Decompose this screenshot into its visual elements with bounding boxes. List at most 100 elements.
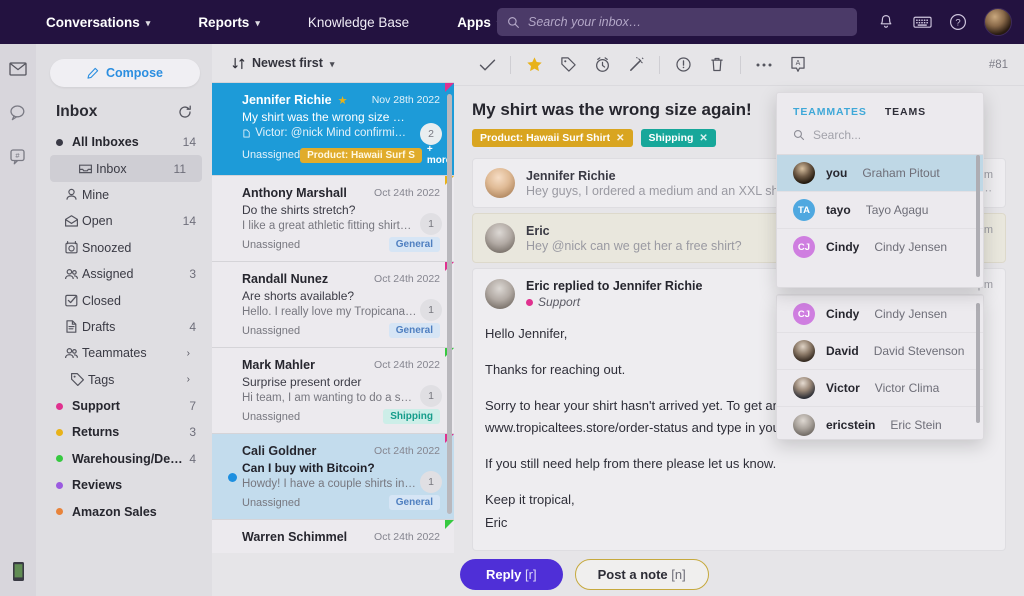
conversation-item[interactable]: Mark Mahler Oct 24th 2022 Surprise present… — [212, 347, 454, 433]
conversation-subject: Are shorts available? — [242, 289, 355, 303]
exclamation-icon[interactable] — [666, 44, 700, 86]
sort-control[interactable]: Newest first ▾ — [212, 44, 454, 82]
note-icon — [243, 129, 250, 137]
teammate-tab-teammates[interactable]: TEAMMATES — [793, 106, 867, 118]
sidebar-item-amazon-sales[interactable]: Amazon Sales — [36, 498, 212, 524]
top-nav-knowledge-base[interactable]: Knowledge Base — [298, 9, 419, 36]
subject-tag[interactable]: Shipping ✕ — [640, 129, 716, 147]
conversation-tag[interactable]: General — [388, 495, 440, 510]
unread-indicator — [228, 472, 237, 482]
top-nav-conversations[interactable]: Conversations ▾ — [36, 9, 160, 36]
conversation-item[interactable]: Warren Schimmel Oct 24th 2022 — [212, 519, 454, 553]
note-shortcut: [n] — [671, 566, 686, 582]
sidebar-item-returns[interactable]: Returns 3 — [36, 419, 212, 445]
tag-icon[interactable] — [551, 44, 585, 86]
assign-icon[interactable]: A — [781, 44, 815, 86]
top-nav-reports[interactable]: Reports ▾ — [188, 9, 270, 36]
sidebar-item-reviews[interactable]: Reviews — [36, 472, 212, 498]
sidebar-item-warehousing-deli[interactable]: Warehousing/Deli… 4 — [36, 446, 212, 472]
hash-bubble-icon[interactable]: # — [7, 146, 29, 168]
preview-text: Hello. I really love my Tropicana… — [242, 306, 417, 318]
status-dot — [56, 138, 63, 146]
teammate-search-input[interactable] — [813, 128, 933, 142]
conversation-sender: Mark Mahler — [242, 358, 315, 372]
reply-label: Reply — [486, 566, 522, 582]
message-count-badge: 1 — [420, 298, 442, 321]
subject-tag[interactable]: Product: Hawaii Surf Shirt ✕ — [472, 129, 633, 147]
sidebar-item-drafts[interactable]: Drafts 4 — [36, 314, 212, 340]
chat-bubble-icon[interactable] — [7, 102, 29, 124]
sidebar-item-snoozed[interactable]: Snoozed — [36, 235, 212, 261]
teammate-row[interactable]: CJ Cindy Cindy Jensen — [777, 228, 983, 265]
post-note-button[interactable]: Post a note [n] — [574, 558, 709, 590]
sidebar-item-label: Open — [82, 214, 113, 229]
teammate-row[interactable]: CJ Cindy Cindy Jensen — [777, 295, 983, 332]
sidebar-item-support[interactable]: Support 7 — [36, 393, 212, 419]
teammate-list-secondary: CJ Cindy Cindy Jensen David David Stevenson V… — [777, 295, 983, 439]
snooze-icon[interactable] — [585, 44, 619, 86]
teammate-handle: tayo — [826, 203, 851, 217]
refresh-icon[interactable] — [178, 105, 192, 119]
sidebar-item-all-inboxes[interactable]: All Inboxes 14 — [36, 129, 212, 155]
conversation-tag[interactable]: Product: Hawaii Surf S — [300, 147, 422, 163]
user-avatar[interactable] — [984, 8, 1012, 36]
trash-icon[interactable] — [700, 44, 734, 86]
reply-button[interactable]: Reply [r] — [460, 558, 563, 590]
conversation-tag[interactable]: Shipping — [383, 409, 440, 424]
channel-label: Support — [538, 295, 581, 309]
close-icon[interactable]: ✕ — [699, 133, 707, 144]
tag-label: Shipping — [648, 132, 694, 144]
sidebar-item-label: Reviews — [72, 478, 123, 493]
bell-icon[interactable] — [876, 12, 896, 32]
teammate-search[interactable] — [777, 128, 983, 154]
conversation-date: Oct 24th 2022 — [374, 359, 440, 371]
magic-wand-icon[interactable] — [619, 44, 653, 86]
close-icon[interactable]: ✕ — [616, 133, 624, 144]
sidebar-item-label: Teammates — [82, 346, 147, 361]
sidebar-item-mine[interactable]: Mine — [36, 182, 212, 208]
global-search[interactable] — [497, 8, 857, 36]
star-icon[interactable] — [517, 44, 551, 86]
sidebar-item-assigned[interactable]: Assigned 3 — [36, 261, 212, 287]
teammate-list: you Graham Pitout TA tayo Tayo Agagu CJ Cindy C… — [777, 154, 983, 265]
conversation-footer: Unassigned Product: Hawaii Surf S + more — [242, 144, 451, 166]
sidebar-header: Inbox — [36, 99, 212, 129]
conversation-date: Oct 24th 2022 — [374, 273, 440, 285]
conversation-tag[interactable]: General — [388, 237, 440, 252]
open-message-channel: Support — [526, 295, 702, 309]
keyboard-icon[interactable] — [912, 12, 932, 32]
sidebar-item-closed[interactable]: Closed — [36, 287, 212, 313]
teammate-tab-teams[interactable]: TEAMS — [885, 106, 926, 118]
teammate-row[interactable]: you Graham Pitout — [777, 154, 983, 191]
icon-slot — [78, 161, 96, 176]
sidebar-item-tags[interactable]: Tags › — [36, 367, 212, 393]
star-icon[interactable]: ★ — [338, 94, 348, 107]
teammate-handle: ericstein — [826, 418, 876, 432]
search-input[interactable] — [528, 15, 847, 29]
conversation-item[interactable]: Cali Goldner Oct 24th 2022 Can I buy with … — [212, 433, 454, 519]
teammate-row[interactable]: ericstein Eric Stein — [777, 406, 983, 439]
sidebar-item-open[interactable]: Open 14 — [36, 208, 212, 234]
chevron-down-icon: ▾ — [329, 58, 335, 69]
search-icon — [508, 16, 519, 28]
teammate-row[interactable]: TA tayo Tayo Agagu — [777, 191, 983, 228]
sidebar-item-teammates[interactable]: Teammates › — [36, 340, 212, 366]
message-paragraph: If you still need help from there please… — [485, 456, 777, 471]
check-icon[interactable] — [470, 44, 504, 86]
teammate-row[interactable]: Victor Victor Clima — [777, 369, 983, 406]
conversation-list-scrollbar[interactable] — [447, 94, 452, 514]
sidebar-item-inbox[interactable]: Inbox 11 — [50, 155, 202, 182]
toolbar-divider-3 — [740, 55, 741, 74]
compose-button[interactable]: Compose — [50, 59, 200, 87]
teammate-scrollbar[interactable] — [976, 155, 980, 277]
conversation-item[interactable]: Anthony Marshall Oct 24th 2022 Do the shir… — [212, 175, 454, 261]
help-icon[interactable]: ? — [948, 12, 968, 32]
conversation-item[interactable]: Randall Nunez Oct 24th 2022 Are shorts ava… — [212, 261, 454, 347]
mobile-device-icon[interactable] — [0, 561, 36, 582]
more-icon[interactable] — [747, 44, 781, 86]
teammate-row[interactable]: David David Stevenson — [777, 332, 983, 369]
conversation-item[interactable]: Jennifer Richie ★ Nov 28th 2022 My shirt wa… — [212, 82, 454, 175]
teammate-secondary-scrollbar[interactable] — [976, 303, 980, 423]
envelope-icon[interactable] — [7, 58, 29, 80]
conversation-tag[interactable]: General — [388, 323, 440, 338]
